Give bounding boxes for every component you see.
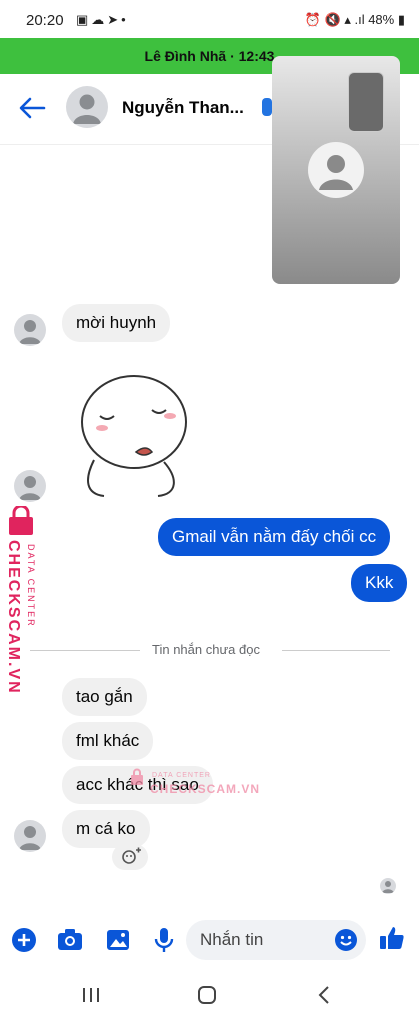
composer-bar: Nhắn tin bbox=[0, 914, 419, 966]
add-reaction-icon bbox=[122, 847, 141, 864]
watermark-lock-icon bbox=[4, 504, 38, 536]
battery-level: 48% bbox=[368, 12, 395, 27]
emoji-icon[interactable] bbox=[334, 928, 358, 952]
contact-name[interactable]: Nguyễn Than... bbox=[122, 98, 244, 118]
status-bar: 20:20 ▣☁➤• ⏰ 🔇 ▴ .ıl 48% ▮ bbox=[0, 0, 419, 38]
sender-avatar[interactable] bbox=[14, 314, 46, 346]
unread-divider: Tin nhắn chưa đọc bbox=[152, 642, 260, 657]
notification-icons: ▣☁➤• bbox=[76, 12, 129, 27]
add-reaction-button[interactable] bbox=[112, 844, 148, 870]
message-bubble-incoming[interactable]: tao gắn bbox=[62, 678, 147, 716]
camera-icon[interactable] bbox=[56, 926, 84, 954]
watermark-overlay-sub: DATA CENTER bbox=[152, 772, 211, 779]
watermark-overlay bbox=[128, 768, 146, 791]
microphone-icon[interactable] bbox=[150, 926, 178, 954]
sender-avatar[interactable] bbox=[14, 470, 46, 502]
sticker-image[interactable] bbox=[74, 370, 194, 500]
back-arrow-icon[interactable] bbox=[18, 96, 46, 120]
call-banner-text: Lê Đình Nhã · 12:43 bbox=[144, 48, 275, 64]
sender-avatar[interactable] bbox=[14, 820, 46, 852]
message-input[interactable]: Nhắn tin bbox=[186, 920, 366, 960]
divider-line bbox=[282, 650, 390, 651]
call-icon[interactable] bbox=[262, 98, 272, 116]
message-input-placeholder: Nhắn tin bbox=[200, 930, 264, 949]
message-bubble-outgoing[interactable]: Gmail vẫn nằm đấy chối cc bbox=[158, 518, 391, 556]
message-bubble-outgoing[interactable]: Kkk bbox=[351, 564, 408, 602]
self-view-thumbnail[interactable] bbox=[348, 72, 384, 132]
watermark-brand: CHECKSCAM.VN bbox=[5, 540, 22, 695]
system-nav-bar bbox=[0, 966, 419, 1024]
contact-avatar[interactable] bbox=[66, 86, 108, 128]
back-nav-icon[interactable] bbox=[314, 984, 334, 1006]
watermark-overlay-lock-icon bbox=[131, 768, 143, 785]
home-icon[interactable] bbox=[196, 984, 218, 1006]
system-icons: ⏰ 🔇 ▴ .ıl 48% ▮ bbox=[304, 12, 405, 27]
status-time: 20:20 bbox=[26, 12, 64, 29]
message-bubble-incoming[interactable]: m cá ko bbox=[62, 810, 150, 848]
recent-apps-icon[interactable] bbox=[80, 986, 102, 1004]
watermark-sub: DATA CENTER bbox=[26, 544, 36, 628]
message-bubble-incoming[interactable]: mời huynh bbox=[62, 304, 171, 342]
divider-line bbox=[30, 650, 140, 651]
seen-avatar bbox=[380, 878, 396, 894]
plus-icon[interactable] bbox=[10, 926, 38, 954]
thumbs-up-icon[interactable] bbox=[378, 924, 406, 952]
watermark-overlay-brand: CHECKSCAM.VN bbox=[150, 782, 261, 796]
gallery-icon[interactable] bbox=[104, 926, 132, 954]
caller-avatar bbox=[308, 142, 364, 198]
video-call-overlay[interactable] bbox=[272, 56, 400, 284]
message-bubble-incoming[interactable]: fml khác bbox=[62, 722, 154, 760]
